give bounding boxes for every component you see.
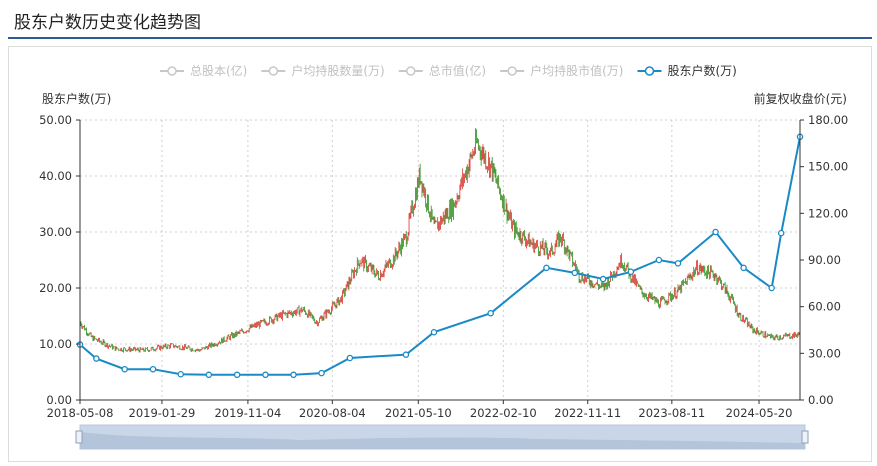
legend-marker <box>268 66 279 76</box>
legend-item-1[interactable]: 户均持股数量(万) <box>261 63 385 78</box>
legend-label: 总市值(亿) <box>429 63 486 78</box>
x-tick-label: 2024-05-20 <box>726 406 793 420</box>
right-axis-title: 前复权收盘价(元) <box>754 91 847 106</box>
data-point <box>233 371 241 379</box>
slider-handle-left[interactable] <box>75 430 83 444</box>
right-tick-label: 120.00 <box>808 206 848 220</box>
x-tick-label: 2020-08-04 <box>299 406 366 420</box>
data-point <box>177 370 184 378</box>
data-point <box>149 365 157 373</box>
data-point <box>740 264 747 272</box>
legend-item-2[interactable]: 总市值(亿) <box>398 63 486 78</box>
price-candles <box>79 128 801 353</box>
legend-label: 股东户数(万) <box>668 63 737 78</box>
x-tick-label: 2021-05-10 <box>385 406 452 420</box>
left-tick-label: 0.00 <box>46 393 72 407</box>
legend-item-0[interactable]: 总股本(亿) <box>160 63 247 78</box>
zoom-slider[interactable] <box>75 424 809 450</box>
grid <box>79 119 800 401</box>
left-tick-label: 50.00 <box>39 113 72 127</box>
data-point <box>599 275 607 283</box>
x-tick-label: 2018-05-08 <box>47 406 114 420</box>
x-tick-label: 2023-08-11 <box>638 406 705 420</box>
x-tick-label: 2019-11-04 <box>214 406 281 420</box>
right-tick-label: 90.00 <box>808 253 841 267</box>
legend-item-3[interactable]: 户均持股市值(万) <box>500 63 624 78</box>
legend-item-4[interactable]: 股东户数(万) <box>637 63 737 78</box>
legend: 总股本(亿) 户均持股数量(万) 总市值(亿) 户均持股市值(万) 股东户数(万) <box>160 63 737 78</box>
legend-marker <box>167 66 177 76</box>
data-point <box>93 355 100 362</box>
left-tick-label: 40.00 <box>39 169 72 183</box>
left-tick-label: 30.00 <box>39 225 72 239</box>
data-point <box>712 228 719 236</box>
x-tick-label: 2022-11-11 <box>554 406 621 420</box>
chart-svg: 总股本(亿) 户均持股数量(万) 总市值(亿) 户均持股市值(万) 股东户数(万) 股东… <box>39 63 848 450</box>
left-tick-label: 20.00 <box>39 281 72 295</box>
data-point <box>571 269 579 277</box>
right-tick-label: 0.00 <box>808 393 834 407</box>
data-point <box>543 264 550 272</box>
data-point <box>674 260 682 267</box>
axes: 0.00 10.00 20.00 30.00 40.00 50.00 0.00 30.00 60… <box>39 113 848 420</box>
data-point <box>318 369 325 377</box>
shareholder-series <box>76 133 804 379</box>
x-tick-label: 2022-02-10 <box>470 406 537 420</box>
left-tick-label: 10.00 <box>39 337 72 351</box>
right-tick-label: 150.00 <box>808 160 848 174</box>
left-axis-title: 股东户数(万) <box>42 91 111 106</box>
x-tick-label: 2019-01-29 <box>129 406 196 420</box>
data-point <box>487 309 494 317</box>
legend-marker <box>507 66 517 76</box>
legend-marker <box>644 66 655 76</box>
data-point <box>768 284 775 292</box>
data-point <box>655 256 663 264</box>
data-point <box>205 371 213 379</box>
series-line <box>79 136 801 376</box>
data-point <box>430 328 438 336</box>
legend-marker <box>406 66 416 76</box>
data-point <box>290 371 297 379</box>
data-point <box>627 268 635 276</box>
data-point <box>262 371 269 379</box>
legend-label: 总股本(亿) <box>190 63 247 78</box>
right-tick-label: 180.00 <box>808 113 848 127</box>
right-tick-label: 60.00 <box>808 300 841 314</box>
data-point <box>346 354 354 362</box>
right-tick-label: 30.00 <box>808 346 841 360</box>
legend-label: 户均持股数量(万) <box>291 63 384 78</box>
data-point <box>402 351 410 358</box>
data-point <box>777 229 785 237</box>
slider-handle-right[interactable] <box>801 430 809 444</box>
legend-label: 户均持股市值(万) <box>530 63 623 78</box>
data-point <box>121 365 128 373</box>
